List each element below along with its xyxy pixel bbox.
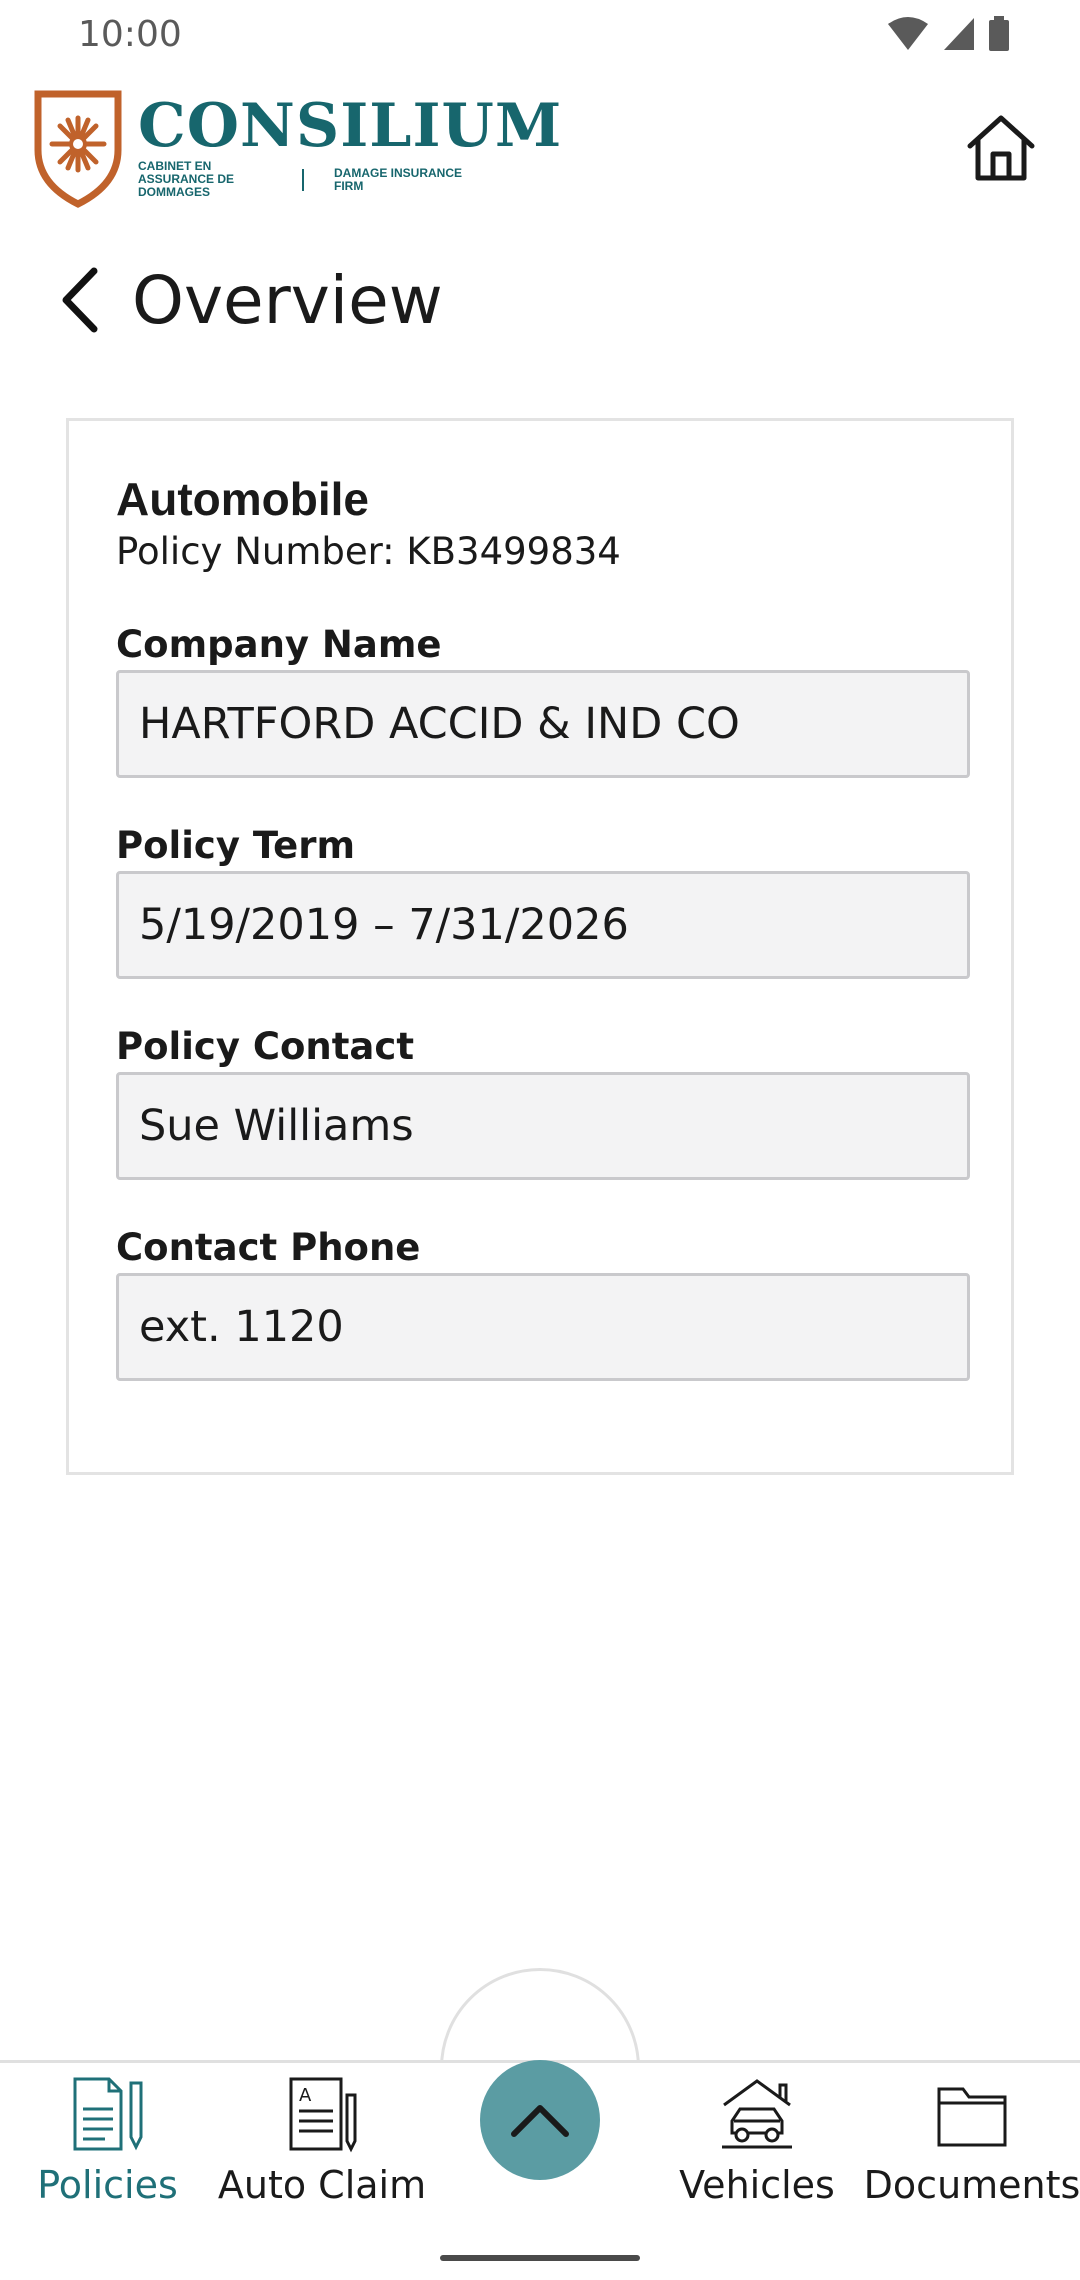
battery-icon bbox=[989, 16, 1009, 51]
logo-tagline-fr: CABINET EN ASSURANCE DE DOMMAGES bbox=[138, 159, 235, 199]
nav-label-documents: Documents bbox=[863, 2163, 1080, 2207]
nav-label-auto-claim: Auto Claim bbox=[217, 2163, 427, 2207]
auto-claim-icon: A bbox=[289, 2077, 357, 2153]
vehicles-icon bbox=[722, 2079, 792, 2149]
contact-phone-input[interactable]: ext. 1120 bbox=[116, 1273, 970, 1381]
policies-icon bbox=[73, 2077, 142, 2151]
field-label: Policy Term bbox=[116, 824, 356, 867]
nav-label-policies: Policies bbox=[37, 2163, 178, 2207]
back-button[interactable] bbox=[50, 260, 110, 340]
svg-text:A: A bbox=[299, 2085, 312, 2106]
app-header: CONSILIUM CABINET EN ASSURANCE DE DOMMAG… bbox=[0, 80, 1080, 220]
expand-menu-button[interactable] bbox=[480, 2060, 600, 2180]
wifi-icon bbox=[888, 17, 928, 50]
home-icon bbox=[967, 115, 1035, 181]
field-label: Policy Contact bbox=[116, 1025, 415, 1068]
company-name-field: Company Name HARTFORD ACCID & IND CO bbox=[116, 622, 970, 778]
policy-contact-field: Policy Contact Sue Williams bbox=[116, 1024, 970, 1180]
shield-logo-icon bbox=[34, 90, 122, 208]
field-label: Contact Phone bbox=[116, 1226, 421, 1269]
chevron-left-icon bbox=[62, 267, 98, 333]
status-icons bbox=[886, 16, 1010, 52]
chevron-up-icon bbox=[511, 2105, 569, 2137]
consilium-logo: CONSILIUM CABINET EN ASSURANCE DE DOMMAG… bbox=[32, 88, 562, 208]
nav-label-vehicles: Vehicles bbox=[679, 2163, 835, 2207]
contact-phone-field: Contact Phone ext. 1120 bbox=[116, 1225, 970, 1381]
logo-tagline-en: DAMAGE INSURANCE FIRM bbox=[334, 165, 463, 193]
logo-separator bbox=[302, 168, 304, 191]
nav-item-documents[interactable]: Documents bbox=[864, 2075, 1080, 2207]
nav-item-vehicles[interactable]: Vehicles bbox=[672, 2075, 842, 2207]
home-indicator[interactable] bbox=[440, 2255, 640, 2261]
page-title: Overview bbox=[132, 261, 443, 339]
home-button[interactable] bbox=[962, 108, 1040, 186]
status-bar: 10:00 bbox=[0, 0, 1080, 70]
nav-item-auto-claim[interactable]: A Auto Claim bbox=[218, 2075, 426, 2207]
policy-contact-input[interactable]: Sue Williams bbox=[116, 1072, 970, 1180]
policy-number: Policy Number: KB3499834 bbox=[116, 527, 970, 577]
cell-signal-icon bbox=[944, 18, 974, 50]
logo-wordmark: CONSILIUM bbox=[138, 91, 563, 161]
field-label: Company Name bbox=[116, 623, 442, 666]
company-name-input[interactable]: HARTFORD ACCID & IND CO bbox=[116, 670, 970, 778]
policy-term-input[interactable]: 5/19/2019 – 7/31/2026 bbox=[116, 871, 970, 979]
status-time: 10:00 bbox=[78, 14, 182, 55]
title-row: Overview bbox=[50, 255, 443, 345]
nav-item-policies[interactable]: Policies bbox=[37, 2075, 178, 2207]
policy-number-value: KB3499834 bbox=[406, 530, 621, 573]
documents-icon bbox=[937, 2087, 1007, 2147]
policy-card: Automobile Policy Number: KB3499834 Comp… bbox=[66, 418, 1014, 1475]
policy-number-label: Policy Number: bbox=[116, 530, 395, 573]
policy-term-field: Policy Term 5/19/2019 – 7/31/2026 bbox=[116, 823, 970, 979]
policy-type-heading: Automobile bbox=[116, 473, 369, 525]
